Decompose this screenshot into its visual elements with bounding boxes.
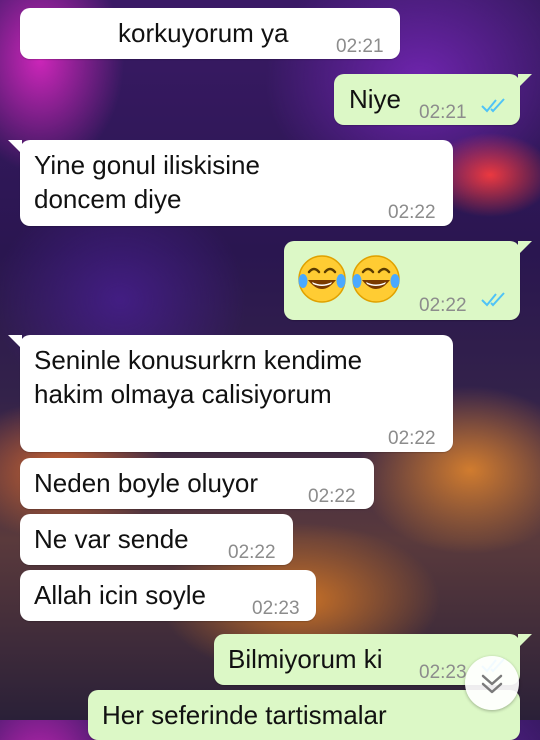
message-time: 02:23 — [419, 662, 467, 683]
double-check-icon — [481, 98, 505, 113]
message-incoming[interactable]: Yine gonul iliskisine doncem diye 02:22 — [8, 140, 453, 226]
message-outgoing[interactable]: Niye 02:21 — [334, 74, 532, 125]
face-with-tears-of-joy-icon — [298, 255, 346, 303]
message-text: Her seferinde tartismalar — [102, 700, 387, 730]
message-time: 02:21 — [336, 36, 384, 57]
message-line: Seninle konusurkrn kendime — [34, 345, 363, 375]
message-line: hakim olmaya calisiyorum — [34, 379, 332, 409]
message-time: 02:22 — [419, 295, 467, 316]
message-outgoing[interactable]: 02:22 — [284, 241, 532, 320]
face-with-tears-of-joy-icon — [352, 255, 400, 303]
message-incoming[interactable]: Ne var sende 02:22 — [20, 514, 293, 565]
message-text: Allah icin soyle — [34, 580, 206, 610]
message-incoming[interactable]: Allah icin soyle 02:23 — [20, 570, 316, 621]
chat-area[interactable]: korkuyorum ya 02:21 Niye 02:21 Yine gonu… — [0, 0, 540, 740]
message-time: 02:22 — [388, 202, 436, 223]
message-text: Neden boyle oluyor — [34, 468, 259, 498]
message-time: 02:22 — [388, 428, 436, 449]
message-line: Yine gonul iliskisine — [34, 150, 260, 180]
message-time: 02:23 — [252, 598, 300, 619]
message-text: Bilmiyorum ki — [228, 644, 383, 674]
bubble-tail — [518, 634, 532, 648]
message-time: 02:22 — [308, 486, 356, 507]
bubble-tail — [518, 241, 532, 255]
bubble-tail — [518, 74, 532, 88]
message-incoming[interactable]: Seninle konusurkrn kendime hakim olmaya … — [8, 335, 453, 452]
message-time: 02:22 — [228, 542, 276, 563]
message-text: Ne var sende — [34, 524, 189, 554]
message-incoming[interactable]: Neden boyle oluyor 02:22 — [20, 458, 374, 509]
chevron-double-down-icon — [481, 674, 503, 694]
bubble-tail — [8, 335, 22, 349]
message-line: doncem diye — [34, 184, 182, 214]
message-incoming[interactable]: korkuyorum ya 02:21 — [20, 8, 400, 59]
message-outgoing[interactable]: Her seferinde tartismalar — [88, 690, 520, 740]
double-check-icon — [481, 292, 505, 307]
scroll-to-bottom-button[interactable] — [465, 656, 519, 710]
message-text: korkuyorum ya — [118, 18, 289, 48]
message-time: 02:21 — [419, 102, 467, 123]
bubble-tail — [8, 140, 22, 154]
message-text: Niye — [349, 84, 402, 114]
